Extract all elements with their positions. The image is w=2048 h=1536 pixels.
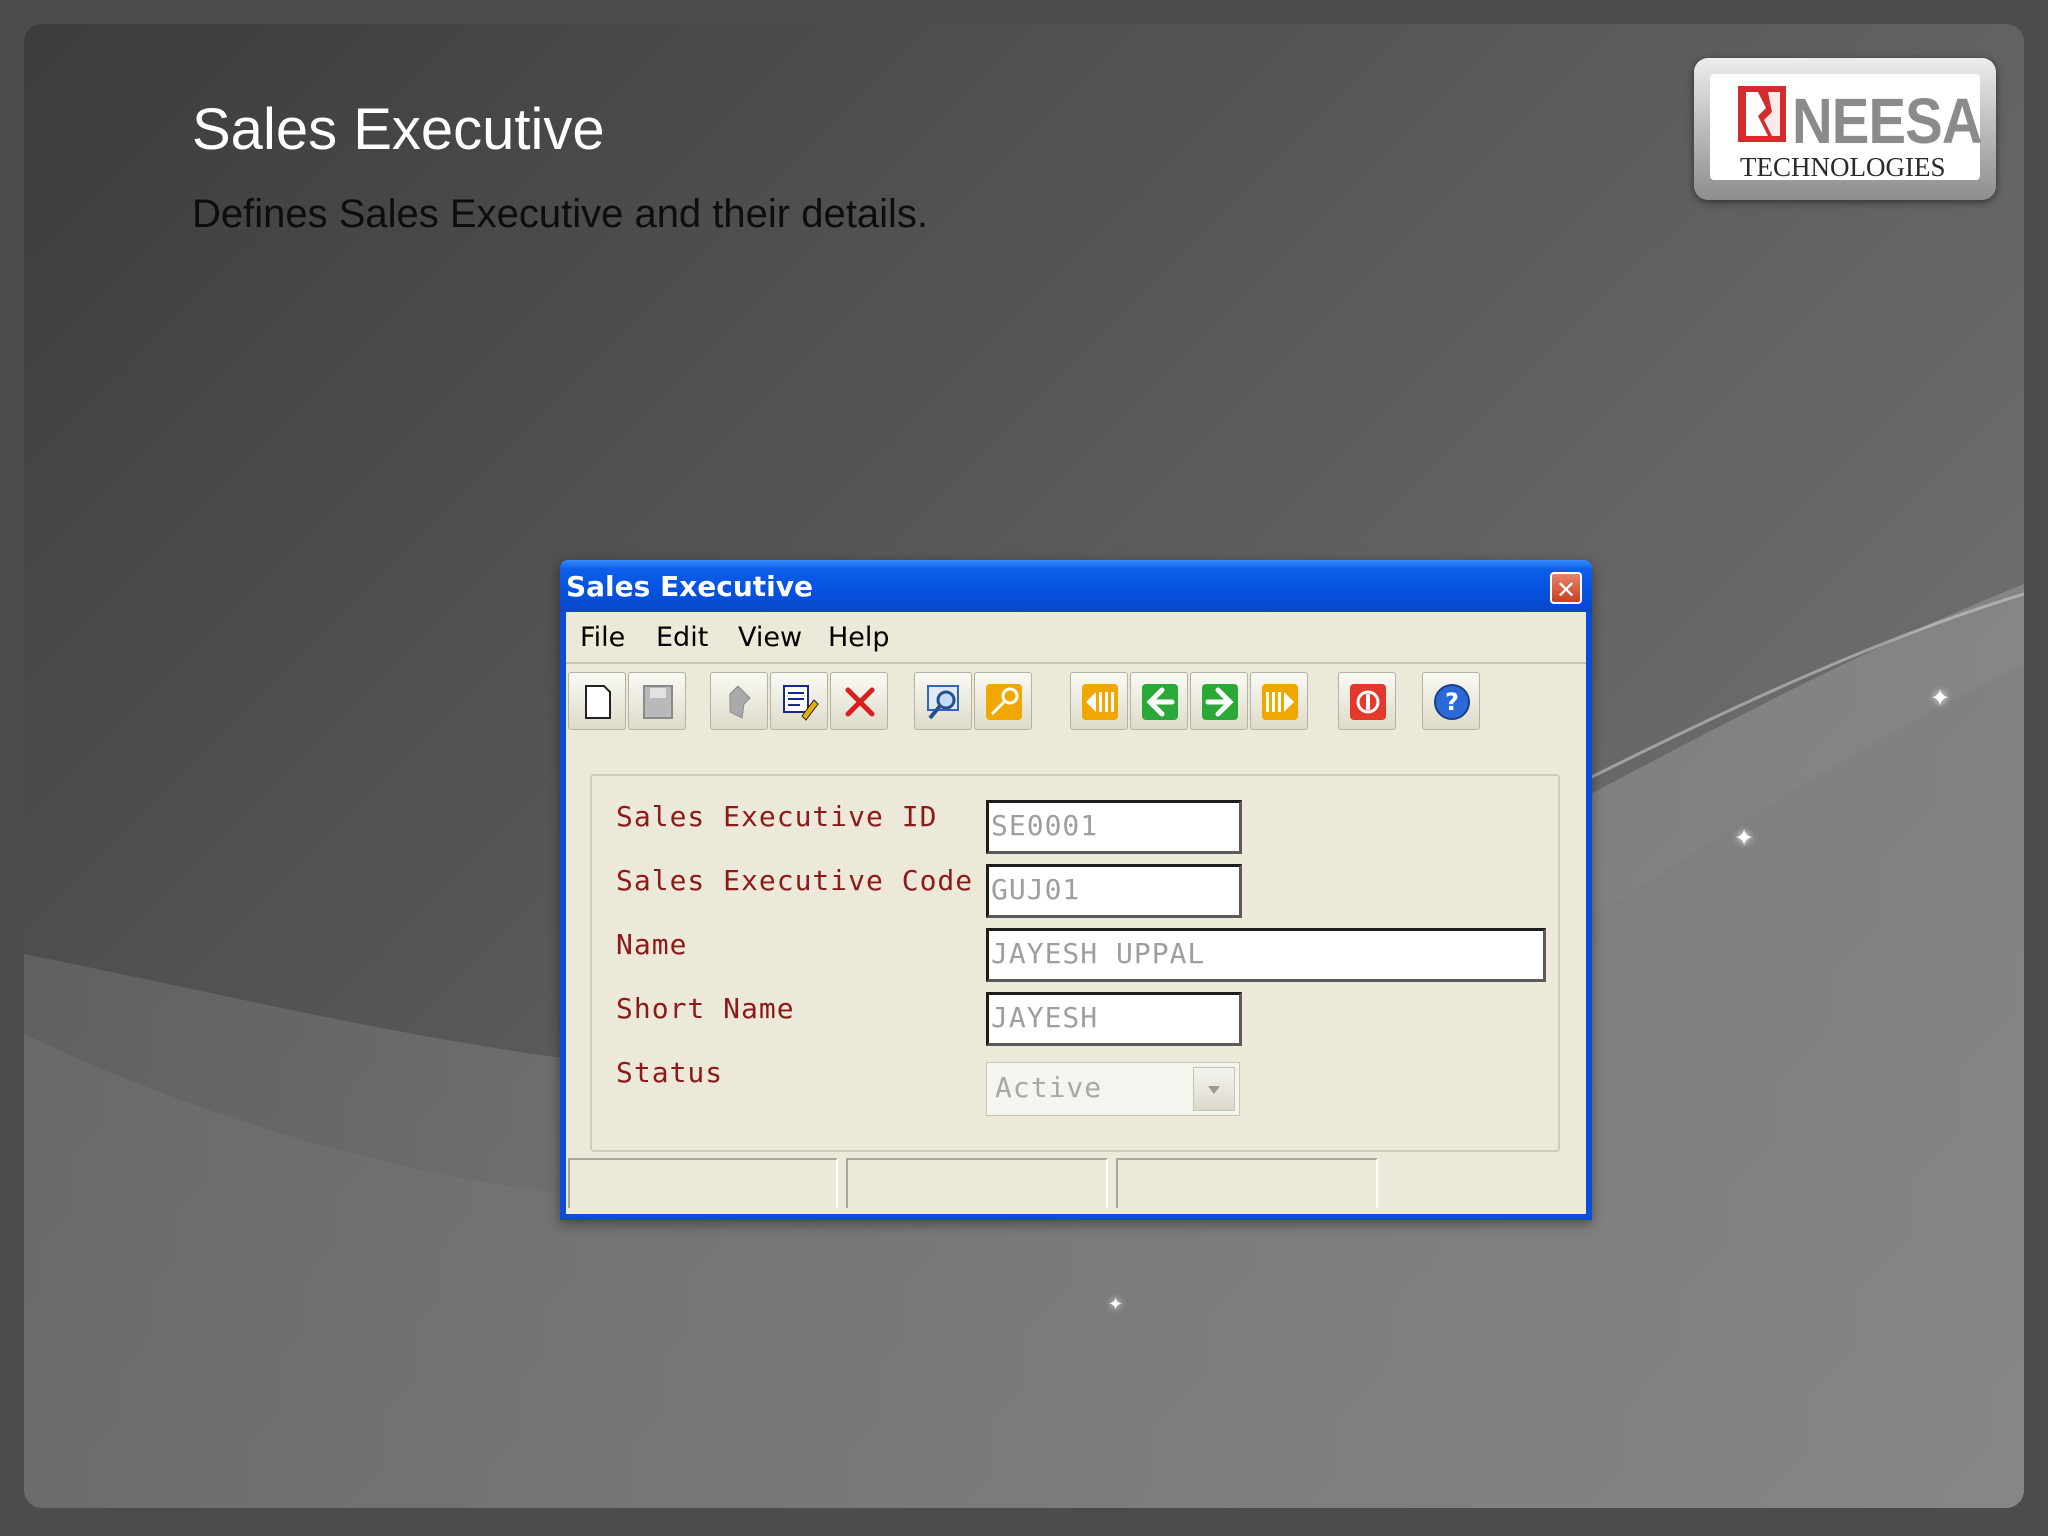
status-panel	[1116, 1158, 1378, 1208]
edit-button[interactable]	[770, 672, 828, 730]
find-button[interactable]	[914, 672, 972, 730]
status-panel	[568, 1158, 838, 1208]
edit-icon	[783, 685, 819, 721]
menu-view[interactable]: View	[738, 622, 802, 653]
delete-icon	[845, 687, 875, 717]
status-label: Status	[616, 1056, 724, 1089]
short-name-label: Short Name	[616, 992, 795, 1025]
help-icon: ?	[1434, 684, 1470, 720]
delete-button[interactable]	[830, 672, 888, 730]
menu-edit[interactable]: Edit	[656, 622, 708, 653]
status-panel	[846, 1158, 1108, 1208]
sales-executive-id-label: Sales Executive ID	[616, 800, 938, 833]
short-name-field[interactable]: JAYESH	[986, 992, 1242, 1046]
next-record-icon	[1202, 684, 1238, 720]
status-select[interactable]: Active	[986, 1062, 1240, 1116]
chevron-down-icon	[1208, 1086, 1220, 1094]
previous-record-button[interactable]	[1130, 672, 1188, 730]
sales-executive-window: Sales Executive ✕ File Edit View Help ? …	[560, 560, 1592, 1220]
exit-button[interactable]	[1338, 672, 1396, 730]
window-title: Sales Executive	[566, 570, 813, 603]
details-group: Sales Executive ID SE0001 Sales Executiv…	[590, 774, 1560, 1152]
window-client: File Edit View Help ? Sales Executive ID…	[566, 612, 1586, 1214]
name-field[interactable]: JAYESH UPPAL	[986, 928, 1546, 982]
toolbar: ?	[566, 672, 1586, 736]
sparkle-icon: ✦	[1734, 824, 1755, 852]
sales-executive-code-field[interactable]: GUJ01	[986, 864, 1242, 918]
slide-title: Sales Executive	[192, 97, 605, 162]
menu-file[interactable]: File	[580, 622, 625, 653]
exit-icon	[1350, 684, 1386, 720]
key-icon	[986, 684, 1022, 720]
save-button[interactable]	[628, 672, 686, 730]
new-button[interactable]	[568, 672, 626, 730]
logo-tagline: TECHNOLOGIES	[1740, 152, 1946, 182]
save-icon	[643, 685, 673, 719]
logo-brand: NEESA	[1792, 85, 1983, 157]
last-record-icon	[1262, 684, 1298, 720]
undo-icon	[729, 685, 751, 719]
last-record-button[interactable]	[1250, 672, 1308, 730]
first-record-button[interactable]	[1070, 672, 1128, 730]
next-record-button[interactable]	[1190, 672, 1248, 730]
find-icon	[927, 685, 959, 720]
help-button[interactable]: ?	[1422, 672, 1480, 730]
sales-executive-code-label: Sales Executive Code	[616, 864, 974, 897]
slide-subtitle: Defines Sales Executive and their detail…	[192, 192, 928, 236]
status-dropdown-button[interactable]	[1193, 1067, 1235, 1111]
sales-executive-id-field[interactable]: SE0001	[986, 800, 1242, 854]
previous-record-icon	[1142, 684, 1178, 720]
status-value: Active	[995, 1071, 1103, 1104]
first-record-icon	[1082, 684, 1118, 720]
close-button[interactable]: ✕	[1550, 572, 1582, 604]
company-logo: NEESA TECHNOLOGIES	[1694, 58, 1996, 200]
new-document-icon	[585, 685, 611, 719]
sparkle-icon: ✦	[1108, 1294, 1124, 1315]
key-button[interactable]	[974, 672, 1032, 730]
window-titlebar[interactable]: Sales Executive ✕	[560, 560, 1592, 612]
status-bar	[566, 1158, 1586, 1214]
menu-bar: File Edit View Help	[566, 612, 1586, 664]
menu-help[interactable]: Help	[828, 622, 890, 653]
logo-mark-icon	[1738, 86, 1786, 142]
undo-button[interactable]	[710, 672, 768, 730]
sparkle-icon: ✦	[1930, 684, 1951, 712]
name-label: Name	[616, 928, 688, 961]
svg-text:?: ?	[1445, 688, 1459, 716]
